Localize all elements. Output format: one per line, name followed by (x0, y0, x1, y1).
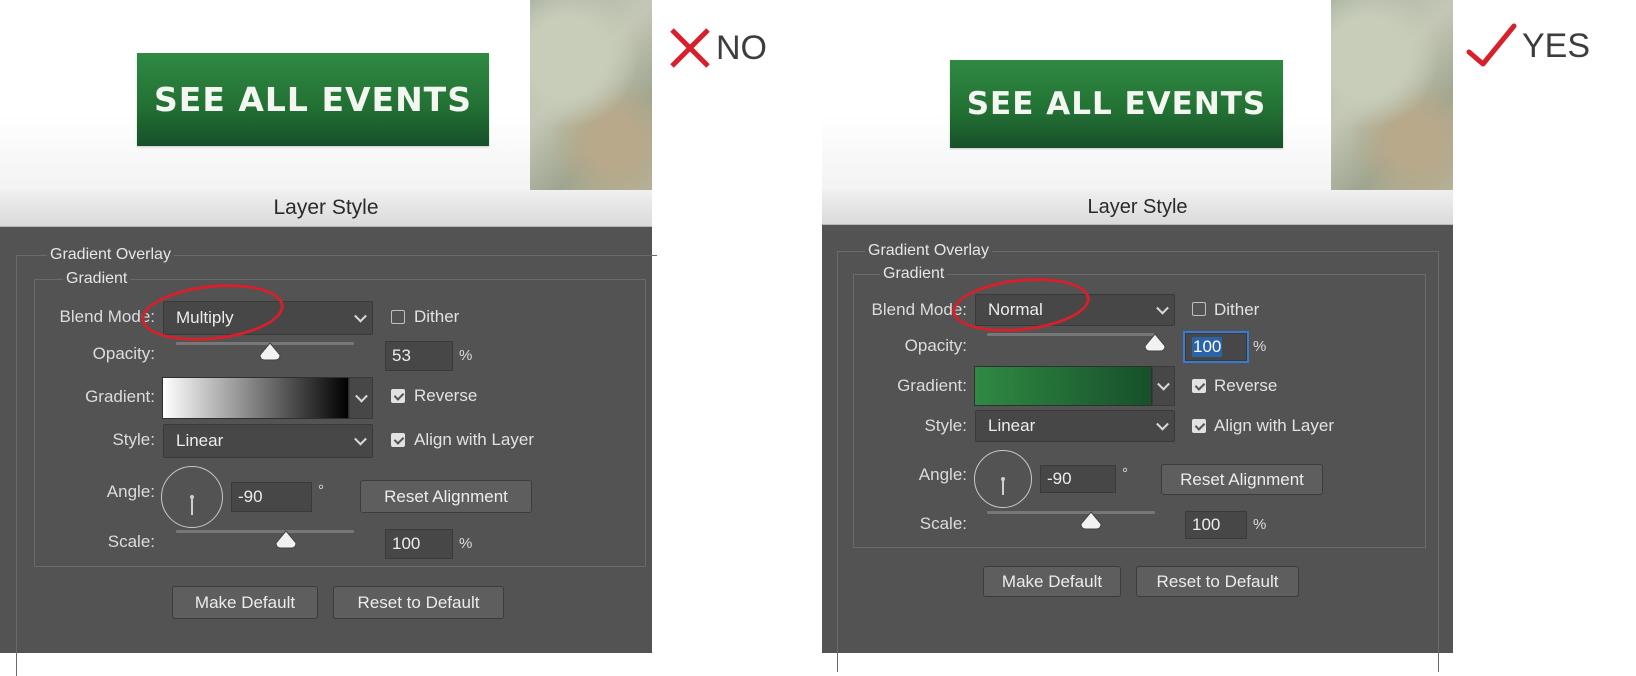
opacity-label: Opacity: (904, 336, 967, 355)
chevron-down-icon (1156, 301, 1169, 315)
gradient-dropdown[interactable] (1152, 366, 1175, 406)
angle-dial[interactable] (974, 450, 1032, 508)
dialog-title: Layer Style (0, 190, 652, 227)
checkmark-icon (1466, 23, 1517, 67)
angle-needle (1002, 479, 1004, 495)
style-label: Style: (112, 430, 155, 449)
angle-center-dot (1001, 477, 1005, 481)
right-example-panel: SEE ALL EVENTS Layer Style Gradient Over… (822, 0, 1453, 672)
dialog-title: Layer Style (822, 190, 1453, 225)
gradient-swatch[interactable] (162, 377, 349, 419)
background-photo (530, 0, 652, 190)
gradient-swatch[interactable] (974, 366, 1152, 406)
reset-to-default-button[interactable]: Reset to Default (1136, 566, 1299, 597)
x-mark-icon (670, 28, 710, 68)
layer-style-dialog: Layer Style Gradient Overlay Gradient Bl… (822, 190, 1453, 672)
angle-label: Angle: (106, 482, 155, 501)
verdict-yes: YES (1466, 22, 1590, 70)
group-title: Gradient (63, 270, 131, 288)
scale-input[interactable]: 100 (1185, 511, 1247, 539)
scale-unit: % (459, 535, 473, 552)
group-title: Gradient (880, 265, 948, 283)
reset-to-default-button[interactable]: Reset to Default (333, 586, 504, 619)
reverse-label: Reverse (414, 386, 478, 405)
verdict-no-label: NO (716, 28, 767, 67)
align-with-layer-checkbox[interactable] (391, 433, 405, 447)
chevron-down-icon (1157, 377, 1170, 391)
angle-value: -90 (238, 487, 263, 506)
gradient-dropdown[interactable] (349, 377, 373, 419)
gradient-label: Gradient: (897, 376, 967, 395)
see-all-events-button[interactable]: SEE ALL EVENTS (950, 60, 1283, 148)
reverse-checkbox[interactable] (391, 389, 405, 403)
opacity-value: 53 (392, 346, 411, 365)
chevron-down-icon (1156, 417, 1169, 431)
scale-slider[interactable] (176, 530, 354, 549)
section-title: Gradient Overlay (47, 246, 174, 264)
opacity-value: 100 (1192, 337, 1223, 357)
style-value: Linear (176, 431, 224, 450)
blend-mode-label: Blend Mode: (871, 300, 967, 319)
section-title: Gradient Overlay (865, 242, 992, 260)
canvas-preview: SEE ALL EVENTS (822, 0, 1453, 190)
see-all-events-button[interactable]: SEE ALL EVENTS (137, 53, 489, 146)
chevron-down-icon (354, 432, 367, 446)
reset-alignment-button[interactable]: Reset Alignment (1161, 464, 1323, 495)
blend-mode-label: Blend Mode: (59, 307, 155, 326)
angle-needle (191, 497, 193, 515)
angle-input[interactable]: -90 (231, 482, 312, 512)
opacity-input[interactable]: 100 (1185, 333, 1247, 361)
scale-label: Scale: (919, 514, 967, 533)
make-default-button[interactable]: Make Default (172, 586, 318, 619)
align-with-layer-label: Align with Layer (414, 430, 535, 449)
align-with-layer-checkbox[interactable] (1192, 419, 1206, 433)
style-label: Style: (924, 416, 967, 435)
scale-input[interactable]: 100 (385, 529, 453, 559)
scale-slider[interactable] (987, 511, 1155, 530)
reverse-checkbox[interactable] (1192, 379, 1206, 393)
opacity-unit: % (459, 347, 473, 364)
dither-label: Dither (414, 307, 460, 326)
opacity-slider[interactable] (176, 342, 354, 361)
verdict-yes-label: YES (1522, 26, 1591, 65)
canvas-preview: SEE ALL EVENTS (0, 0, 652, 190)
angle-dial[interactable] (161, 466, 223, 528)
layer-style-dialog: Layer Style Gradient Overlay Gradient Bl… (0, 190, 657, 676)
opacity-slider[interactable] (987, 333, 1166, 352)
angle-input[interactable]: -90 (1040, 465, 1116, 493)
gradient-label: Gradient: (85, 387, 155, 406)
opacity-input[interactable]: 53 (385, 341, 453, 371)
scale-label: Scale: (107, 532, 155, 551)
angle-unit: ° (318, 482, 324, 499)
angle-unit: ° (1122, 465, 1128, 482)
scale-value: 100 (392, 534, 421, 553)
dither-checkbox[interactable] (391, 310, 405, 324)
opacity-label: Opacity: (92, 344, 155, 363)
scale-value: 100 (1192, 515, 1221, 534)
reverse-label: Reverse (1214, 376, 1278, 395)
chevron-down-icon (355, 389, 368, 403)
opacity-unit: % (1253, 338, 1267, 355)
make-default-button[interactable]: Make Default (983, 566, 1121, 597)
left-example-panel: SEE ALL EVENTS Layer Style Gradient Over… (0, 0, 657, 676)
angle-value: -90 (1047, 469, 1072, 488)
style-select[interactable]: Linear (163, 424, 373, 458)
chevron-down-icon (354, 309, 367, 323)
style-select[interactable]: Linear (975, 410, 1175, 442)
background-photo (1331, 0, 1453, 190)
scale-unit: % (1253, 516, 1267, 533)
angle-center-dot (190, 495, 194, 499)
style-value: Linear (988, 416, 1036, 435)
dither-checkbox[interactable] (1192, 302, 1206, 316)
align-with-layer-label: Align with Layer (1214, 416, 1335, 435)
angle-label: Angle: (918, 465, 967, 484)
verdict-no: NO (668, 26, 767, 70)
dither-label: Dither (1214, 300, 1260, 319)
reset-alignment-button[interactable]: Reset Alignment (360, 480, 532, 513)
